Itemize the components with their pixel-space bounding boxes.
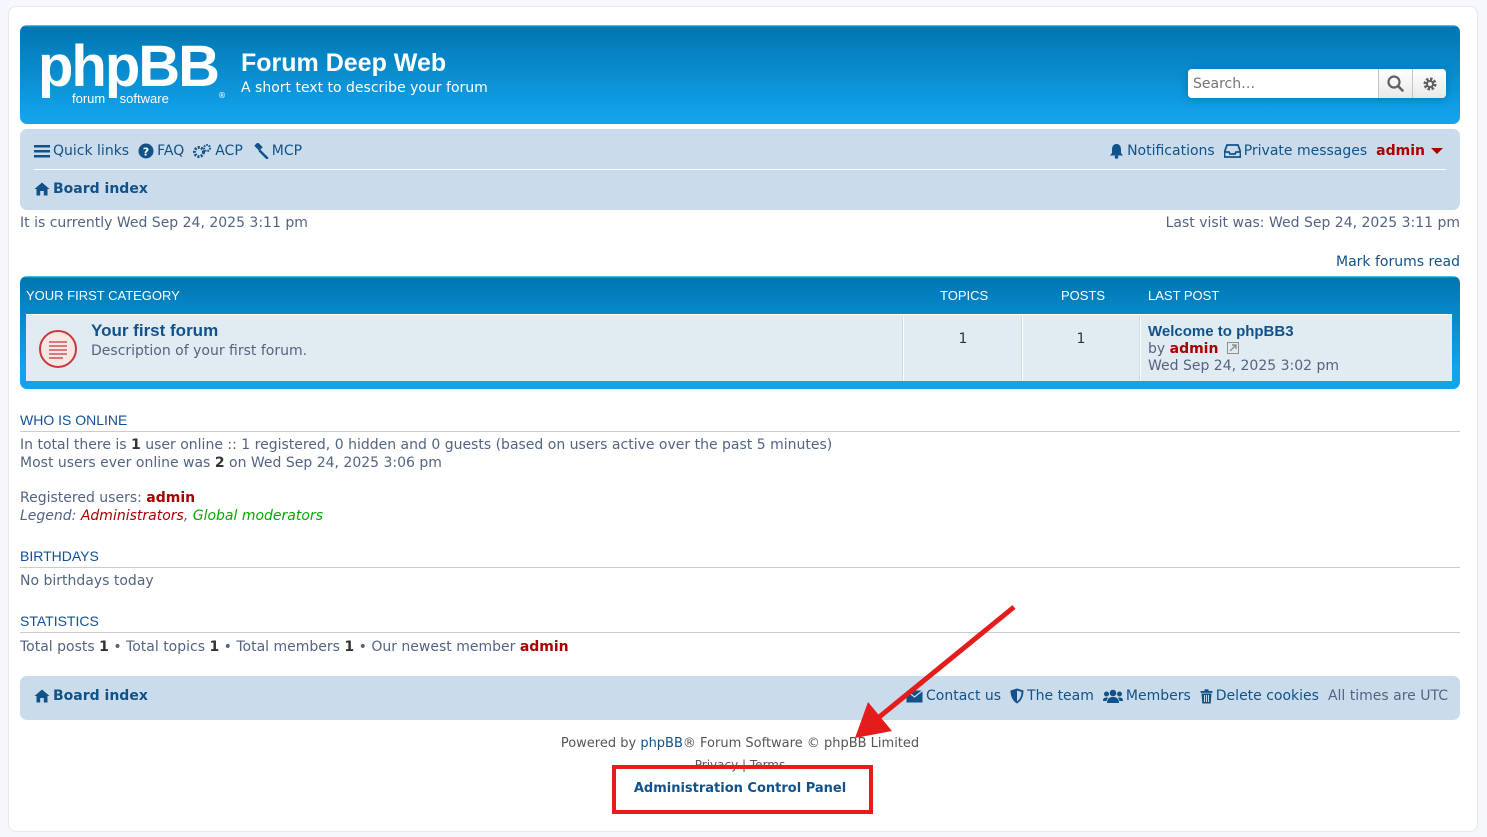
birthdays-title: BIRTHDAYS: [20, 548, 99, 564]
trash-icon: [1200, 688, 1213, 703]
footer-board-index-link[interactable]: Board index: [34, 688, 148, 704]
mcp-label: MCP: [271, 143, 303, 159]
forum-topics-count: 1: [958, 331, 968, 347]
envelope-icon: [906, 689, 923, 702]
registered-user-admin-link[interactable]: admin: [146, 490, 195, 506]
svg-text:?: ?: [143, 146, 149, 159]
newest-member-link[interactable]: admin: [520, 639, 569, 655]
birthdays-divider: [20, 567, 1460, 568]
forum-last-post: Welcome to phpBB3 by admin Wed Sep 24, 2…: [1148, 323, 1339, 375]
acp-label: ACP: [215, 143, 243, 159]
current-time: It is currently Wed Sep 24, 2025 3:11 pm: [20, 215, 308, 231]
inbox-icon: [1223, 144, 1241, 158]
statistics-divider: [20, 632, 1460, 633]
site-title[interactable]: Forum Deep Web: [241, 49, 446, 78]
last-post-by: by: [1148, 341, 1166, 357]
bell-icon: [1110, 144, 1124, 159]
legend-global-moderators-link[interactable]: Global moderators: [193, 508, 323, 524]
col-posts: POSTS: [1061, 288, 1106, 303]
navbar: Quick links ? FAQ ACP MCP Notifications …: [20, 129, 1460, 210]
search-icon: [1387, 75, 1404, 92]
mark-forums-read-link[interactable]: Mark forums read: [1336, 254, 1460, 270]
quick-links-menu[interactable]: Quick links: [34, 143, 129, 159]
last-visit-time: Last visit was: Wed Sep 24, 2025 3:11 pm: [1165, 215, 1460, 231]
home-icon: [34, 182, 50, 196]
view-latest-post-icon[interactable]: [1226, 342, 1239, 354]
user-menu[interactable]: admin: [1376, 143, 1446, 159]
statistics-text: Total posts 1 • Total topics 1 • Total m…: [20, 639, 569, 655]
forum-row: Your first forum Description of your fir…: [26, 314, 1452, 381]
search-input[interactable]: [1188, 69, 1379, 98]
site-header: phpBB forum software ® Forum Deep Web A …: [20, 25, 1460, 124]
forum-category: YOUR FIRST CATEGORY TOPICS POSTS LAST PO…: [20, 276, 1460, 389]
forum-title-link[interactable]: Your first forum: [91, 321, 218, 341]
who-is-online-text: In total there is 1 user online :: 1 reg…: [20, 437, 833, 471]
statistics-title: STATISTICS: [20, 613, 99, 629]
quick-links-label: Quick links: [53, 143, 130, 159]
col-topics: TOPICS: [940, 288, 989, 303]
notifications-link[interactable]: Notifications: [1109, 143, 1215, 159]
registered-users: Registered users: admin Legend: Administ…: [20, 490, 323, 524]
board-index-label: Board index: [53, 181, 148, 197]
question-circle-icon: ?: [138, 143, 154, 159]
mcp-link[interactable]: MCP: [252, 143, 302, 159]
forum-description: Description of your first forum.: [91, 343, 308, 359]
legend-administrators-link[interactable]: Administrators: [81, 508, 184, 524]
members-link[interactable]: Members: [1102, 688, 1191, 704]
category-title[interactable]: YOUR FIRST CATEGORY: [26, 288, 180, 303]
annotation-highlight-box: [612, 765, 873, 814]
copyright: Powered by phpBB® Forum Software © phpBB…: [560, 736, 920, 751]
phpbb-link[interactable]: phpBB: [640, 736, 683, 751]
birthdays-text: No birthdays today: [20, 573, 154, 589]
contact-us-link[interactable]: Contact us: [906, 688, 1001, 704]
caret-down-icon: [1431, 148, 1443, 154]
who-is-online-divider: [20, 431, 1460, 432]
search-box: [1188, 69, 1446, 98]
faq-link[interactable]: ? FAQ: [138, 143, 184, 159]
username-label: admin: [1376, 143, 1425, 159]
timezone-text: All times are UTC: [1327, 688, 1448, 704]
gavel-icon: [254, 143, 269, 159]
advanced-search-button[interactable]: [1412, 69, 1446, 98]
notifications-label: Notifications: [1127, 143, 1215, 159]
gears-icon: [193, 144, 212, 158]
site-description: A short text to describe your forum: [241, 80, 488, 96]
last-post-time: Wed Sep 24, 2025 3:02 pm: [1148, 358, 1340, 374]
forum-posts-count: 1: [1076, 331, 1086, 347]
navbar-divider: [34, 169, 1446, 170]
col-last-post: LAST POST: [1148, 288, 1220, 303]
search-button[interactable]: [1378, 69, 1413, 98]
delete-cookies-link[interactable]: Delete cookies: [1200, 688, 1319, 704]
private-messages-link[interactable]: Private messages: [1223, 143, 1368, 159]
last-post-title-link[interactable]: Welcome to phpBB3: [1148, 323, 1294, 340]
breadcrumb-board-index[interactable]: Board index: [34, 181, 148, 197]
forum-read-icon: [39, 330, 77, 368]
who-is-online-title[interactable]: WHO IS ONLINE: [20, 412, 127, 428]
shield-icon: [1010, 688, 1024, 704]
gear-icon: [1423, 77, 1437, 90]
hamburger-icon: [34, 145, 50, 158]
last-post-author-link[interactable]: admin: [1170, 341, 1219, 357]
private-messages-label: Private messages: [1243, 143, 1368, 159]
logo-text: phpBB: [38, 34, 220, 99]
logo-subtext: forum software: [72, 91, 169, 106]
acp-link[interactable]: ACP: [193, 143, 243, 159]
faq-label: FAQ: [157, 143, 185, 159]
footer-navbar: Board index Contact us The team Members …: [20, 676, 1460, 720]
home-icon: [34, 689, 50, 703]
logo-registered: ®: [218, 91, 226, 100]
phpbb-logo[interactable]: phpBB forum software ®: [38, 34, 228, 109]
the-team-link[interactable]: The team: [1010, 688, 1094, 704]
users-icon: [1102, 689, 1123, 703]
